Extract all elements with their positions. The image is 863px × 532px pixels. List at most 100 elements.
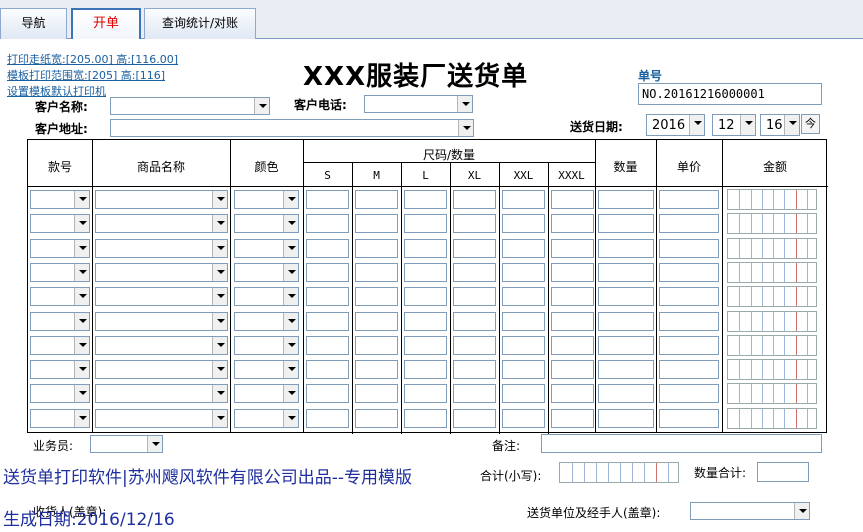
row-input[interactable] bbox=[306, 384, 349, 404]
row-input[interactable] bbox=[502, 190, 545, 209]
row-input[interactable] bbox=[306, 190, 349, 209]
chevron-down-icon[interactable] bbox=[74, 215, 89, 233]
row-select[interactable] bbox=[95, 287, 228, 307]
row-input[interactable] bbox=[659, 335, 719, 355]
row-select[interactable] bbox=[95, 335, 228, 355]
row-input[interactable] bbox=[404, 287, 447, 307]
amount-field[interactable] bbox=[727, 359, 817, 381]
row-input[interactable] bbox=[355, 262, 398, 282]
chevron-down-icon[interactable] bbox=[283, 288, 298, 306]
row-input[interactable] bbox=[659, 214, 719, 234]
chevron-down-icon[interactable] bbox=[283, 312, 298, 330]
row-input[interactable] bbox=[306, 262, 349, 282]
chevron-down-icon[interactable] bbox=[212, 409, 227, 427]
row-input[interactable] bbox=[453, 408, 496, 428]
month-select[interactable]: 12 bbox=[712, 114, 756, 136]
chevron-down-icon[interactable] bbox=[283, 336, 298, 354]
row-input[interactable] bbox=[404, 408, 447, 428]
customer-phone-combo[interactable] bbox=[364, 95, 473, 113]
row-input[interactable] bbox=[355, 287, 398, 307]
chevron-down-icon[interactable] bbox=[212, 361, 227, 379]
row-input[interactable] bbox=[404, 311, 447, 331]
row-select[interactable] bbox=[30, 384, 90, 404]
row-input[interactable] bbox=[502, 384, 545, 404]
row-input[interactable] bbox=[598, 384, 654, 404]
row-input[interactable] bbox=[306, 360, 349, 380]
row-select[interactable] bbox=[234, 262, 299, 282]
chevron-down-icon[interactable] bbox=[283, 191, 298, 208]
row-input[interactable] bbox=[404, 335, 447, 355]
customer-name-combo[interactable] bbox=[110, 97, 270, 115]
row-select[interactable] bbox=[95, 238, 228, 258]
chevron-down-icon[interactable] bbox=[212, 312, 227, 330]
row-input[interactable] bbox=[306, 238, 349, 258]
row-input[interactable] bbox=[453, 384, 496, 404]
row-select[interactable] bbox=[30, 311, 90, 331]
chevron-down-icon[interactable] bbox=[458, 120, 473, 136]
tab-query-stats[interactable]: 查询统计/对账 bbox=[144, 8, 256, 39]
row-input[interactable] bbox=[551, 287, 594, 307]
row-select[interactable] bbox=[95, 311, 228, 331]
row-input[interactable] bbox=[598, 311, 654, 331]
row-input[interactable] bbox=[404, 360, 447, 380]
row-input[interactable] bbox=[453, 190, 496, 209]
row-input[interactable] bbox=[355, 238, 398, 258]
row-input[interactable] bbox=[551, 360, 594, 380]
chevron-down-icon[interactable] bbox=[283, 385, 298, 403]
row-select[interactable] bbox=[234, 335, 299, 355]
qty-total-field[interactable] bbox=[757, 462, 809, 482]
row-input[interactable] bbox=[659, 311, 719, 331]
row-input[interactable] bbox=[659, 262, 719, 282]
row-input[interactable] bbox=[306, 408, 349, 428]
row-input[interactable] bbox=[306, 214, 349, 234]
row-input[interactable] bbox=[355, 360, 398, 380]
amount-field[interactable] bbox=[727, 189, 817, 210]
amount-field[interactable] bbox=[727, 237, 817, 259]
row-input[interactable] bbox=[598, 262, 654, 282]
amount-field[interactable] bbox=[727, 261, 817, 283]
chevron-down-icon[interactable] bbox=[283, 215, 298, 233]
chevron-down-icon[interactable] bbox=[74, 239, 89, 257]
row-input[interactable] bbox=[551, 214, 594, 234]
today-button[interactable]: 今 bbox=[801, 114, 820, 134]
row-input[interactable] bbox=[404, 214, 447, 234]
row-input[interactable] bbox=[502, 287, 545, 307]
row-input[interactable] bbox=[355, 335, 398, 355]
amount-field[interactable] bbox=[727, 310, 817, 332]
row-select[interactable] bbox=[95, 190, 228, 209]
row-input[interactable] bbox=[551, 335, 594, 355]
row-input[interactable] bbox=[659, 384, 719, 404]
chevron-down-icon[interactable] bbox=[784, 115, 799, 135]
chevron-down-icon[interactable] bbox=[283, 263, 298, 281]
row-input[interactable] bbox=[404, 190, 447, 209]
row-select[interactable] bbox=[30, 287, 90, 307]
remark-input[interactable] bbox=[541, 434, 822, 453]
row-input[interactable] bbox=[551, 190, 594, 209]
chevron-down-icon[interactable] bbox=[74, 263, 89, 281]
row-input[interactable] bbox=[502, 311, 545, 331]
row-select[interactable] bbox=[234, 238, 299, 258]
row-input[interactable] bbox=[502, 335, 545, 355]
row-input[interactable] bbox=[355, 214, 398, 234]
row-select[interactable] bbox=[234, 384, 299, 404]
row-select[interactable] bbox=[95, 360, 228, 380]
chevron-down-icon[interactable] bbox=[212, 191, 227, 208]
row-input[interactable] bbox=[306, 335, 349, 355]
row-input[interactable] bbox=[551, 384, 594, 404]
chevron-down-icon[interactable] bbox=[212, 215, 227, 233]
row-select[interactable] bbox=[234, 311, 299, 331]
row-input[interactable] bbox=[355, 190, 398, 209]
row-select[interactable] bbox=[30, 214, 90, 234]
row-select[interactable] bbox=[234, 190, 299, 209]
row-select[interactable] bbox=[30, 190, 90, 209]
row-input[interactable] bbox=[598, 238, 654, 258]
row-select[interactable] bbox=[234, 408, 299, 428]
amount-field[interactable] bbox=[727, 383, 817, 405]
row-input[interactable] bbox=[306, 311, 349, 331]
row-input[interactable] bbox=[502, 408, 545, 428]
row-select[interactable] bbox=[30, 408, 90, 428]
chevron-down-icon[interactable] bbox=[794, 503, 809, 519]
amount-field[interactable] bbox=[727, 286, 817, 308]
total-amount-field[interactable] bbox=[559, 462, 679, 483]
row-select[interactable] bbox=[30, 262, 90, 282]
